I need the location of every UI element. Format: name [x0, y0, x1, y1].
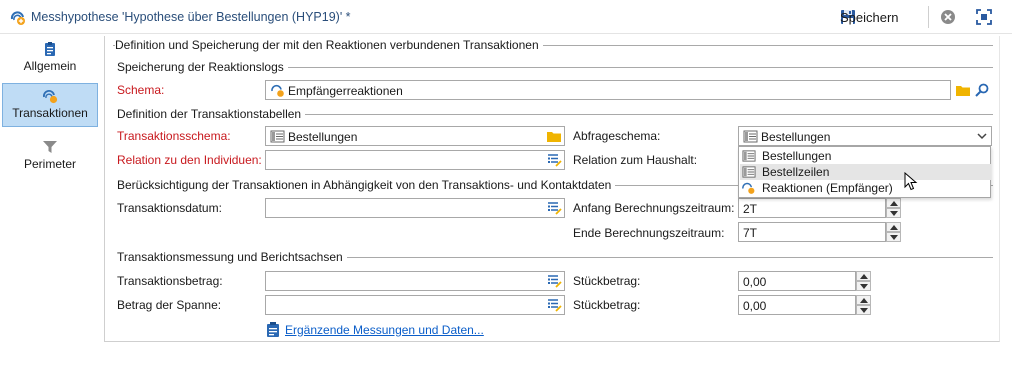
transaction-amount-field[interactable]: [265, 271, 565, 291]
clipboard-icon: [45, 42, 55, 56]
table-icon: [270, 130, 285, 143]
unit-amount-1-field[interactable]: 0,00: [738, 271, 856, 291]
table-icon: [743, 130, 758, 143]
hypothesis-icon: [43, 90, 58, 104]
query-schema-combobox[interactable]: Bestellungen: [738, 126, 992, 146]
triangle-down-icon: [860, 284, 868, 289]
section-title-transaction-tables: Definition der Transaktionstabellen: [117, 107, 306, 121]
hypothesis-icon: [742, 182, 755, 194]
spinner-up-button[interactable]: [886, 198, 901, 208]
list-edit-icon[interactable]: [546, 152, 562, 168]
relation-individuals-label: Relation zu den Individuen:: [117, 153, 262, 167]
dropdown-option-label: Bestellzeilen: [762, 165, 830, 179]
triangle-up-icon: [890, 225, 898, 230]
triangle-up-icon: [890, 201, 898, 206]
list-edit-icon[interactable]: [546, 273, 562, 289]
schema-field[interactable]: Empfängerreaktionen: [265, 80, 951, 100]
period-start-spinner[interactable]: [886, 198, 901, 218]
unit-amount-2-spinner[interactable]: [856, 295, 871, 315]
period-start-value: 2T: [743, 202, 758, 216]
unit-amount-1-spinner[interactable]: [856, 271, 871, 291]
table-icon: [742, 150, 756, 162]
schema-label: Schema:: [117, 83, 165, 97]
dropdown-option-reaktionen[interactable]: Reaktionen (Empfänger): [740, 180, 991, 196]
maximize-icon[interactable]: [975, 8, 993, 26]
period-end-label: Ende Berechnungszeitraum:: [573, 226, 725, 240]
spinner-down-button[interactable]: [886, 208, 901, 218]
nav-item-label: Perimeter: [23, 157, 76, 171]
period-end-field[interactable]: 7T: [738, 222, 886, 242]
close-icon[interactable]: [939, 8, 957, 26]
dropdown-option-label: Bestellungen: [762, 149, 832, 163]
unit-amount-1-label: Stückbetrag:: [573, 274, 641, 288]
triangle-down-icon: [860, 308, 868, 313]
clipboard-icon: [267, 322, 279, 337]
transaction-amount-label: Transaktionsbetrag:: [117, 274, 223, 288]
unit-amount-2-value: 0,00: [743, 299, 767, 313]
query-schema-dropdown: Bestellungen Bestellzeilen Reaktionen (E…: [738, 146, 991, 198]
period-start-label: Anfang Berechnungszeitraum:: [573, 201, 735, 215]
magnifier-icon[interactable]: [974, 82, 990, 98]
spinner-down-button[interactable]: [856, 305, 871, 315]
period-end-spinner[interactable]: [886, 222, 901, 242]
transaction-date-label: Transaktionsdatum:: [117, 201, 222, 215]
additional-measures-link[interactable]: Ergänzende Messungen und Daten...: [266, 322, 484, 337]
relation-individuals-field[interactable]: [265, 150, 565, 170]
mouse-pointer-icon: [904, 172, 918, 191]
spinner-up-button[interactable]: [856, 271, 871, 281]
list-edit-icon[interactable]: [546, 200, 562, 216]
additional-measures-link-text: Ergänzende Messungen und Daten...: [285, 322, 484, 337]
triangle-up-icon: [860, 298, 868, 303]
hypothesis-icon: [10, 11, 25, 25]
spinner-down-button[interactable]: [886, 232, 901, 242]
dropdown-option-bestellzeilen[interactable]: Bestellzeilen: [740, 164, 991, 180]
nav-item-transaktionen[interactable]: Transaktionen: [2, 83, 98, 127]
query-schema-label: Abfrageschema:: [573, 129, 661, 143]
period-end-value: 7T: [743, 226, 758, 240]
section-title-dependency: Berücksichtigung der Transaktionen in Ab…: [117, 178, 616, 192]
dropdown-option-label: Reaktionen (Empfänger): [762, 181, 893, 195]
nav-item-label: Transaktionen: [12, 106, 88, 120]
spinner-up-button[interactable]: [886, 222, 901, 232]
title-bar: Messhypothese 'Hypothese über Bestellung…: [0, 0, 1012, 34]
triangle-up-icon: [860, 274, 868, 279]
nav-item-allgemein[interactable]: Allgemein: [2, 37, 98, 81]
list-edit-icon[interactable]: [546, 297, 562, 313]
unit-amount-2-label: Stückbetrag:: [573, 298, 641, 312]
filter-icon: [43, 141, 57, 153]
section-title-measurement: Transaktionsmessung und Berichtsachsen: [117, 250, 347, 264]
nav-item-perimeter[interactable]: Perimeter: [2, 135, 98, 179]
unit-amount-2-field[interactable]: 0,00: [738, 295, 856, 315]
transaction-schema-label: Transaktionsschema:: [117, 129, 231, 143]
nav-item-label: Allgemein: [23, 59, 77, 73]
triangle-down-icon: [890, 235, 898, 240]
period-start-field[interactable]: 2T: [738, 198, 886, 218]
query-schema-value: Bestellungen: [761, 130, 831, 144]
margin-amount-label: Betrag der Spanne:: [117, 298, 222, 312]
table-icon: [742, 166, 756, 178]
hypothesis-icon: [271, 84, 284, 97]
relation-household-label: Relation zum Haushalt:: [573, 153, 698, 167]
dropdown-option-bestellungen[interactable]: Bestellungen: [740, 148, 991, 164]
chevron-down-icon[interactable]: [974, 128, 990, 144]
save-button-label: Speichern: [840, 9, 899, 25]
transaction-schema-field[interactable]: Bestellungen: [265, 126, 565, 146]
save-button[interactable]: Speichern: [836, 6, 899, 28]
window-title: Messhypothese 'Hypothese über Bestellung…: [31, 10, 351, 24]
folder-icon[interactable]: [546, 128, 562, 144]
side-navigation: Allgemein Transaktionen Perimeter: [0, 35, 100, 341]
margin-amount-field[interactable]: [265, 295, 565, 315]
section-title-log-storage: Speicherung der Reaktionslogs: [117, 60, 288, 74]
toolbar-separator: [928, 6, 929, 28]
unit-amount-1-value: 0,00: [743, 275, 767, 289]
triangle-down-icon: [890, 211, 898, 216]
spinner-up-button[interactable]: [856, 295, 871, 305]
transaction-schema-value: Bestellungen: [288, 130, 358, 144]
schema-value: Empfängerreaktionen: [288, 84, 403, 98]
spinner-down-button[interactable]: [856, 281, 871, 291]
folder-icon[interactable]: [955, 82, 971, 98]
transaction-date-field[interactable]: [265, 198, 565, 218]
section-title-main: Definition und Speicherung der mit den R…: [115, 38, 543, 52]
